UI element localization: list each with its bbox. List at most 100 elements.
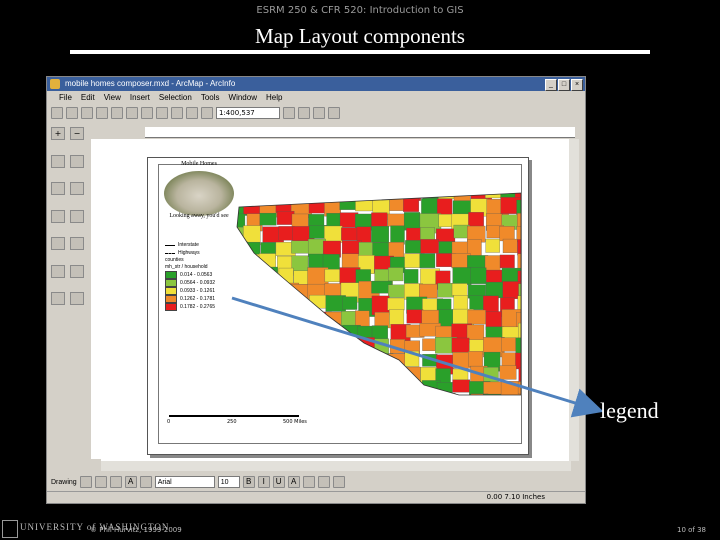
menu-tools[interactable]: Tools <box>201 92 220 104</box>
map-legend[interactable]: Interstate Highways counties mh_str / ho… <box>165 241 231 311</box>
font-color-icon[interactable]: A <box>287 476 300 488</box>
menu-selection[interactable]: Selection <box>159 92 192 104</box>
county-polygon <box>438 392 456 395</box>
county-polygon <box>237 353 253 372</box>
county-polygon <box>275 308 291 328</box>
font-size-combo[interactable]: 10 <box>217 476 240 488</box>
status-bar: 0.00 7.10 Inches <box>47 491 585 503</box>
scale-label-250: 250 <box>227 419 237 425</box>
county-polygon <box>501 337 516 352</box>
county-polygon <box>419 283 438 299</box>
close-button[interactable]: × <box>571 79 583 91</box>
county-polygon <box>292 382 311 395</box>
vertical-scrollbar[interactable] <box>569 139 579 461</box>
legend-class: 0.0564 - 0.0932 <box>165 279 231 287</box>
forward-icon[interactable] <box>70 209 84 223</box>
county-polygon <box>261 382 278 395</box>
county-polygon <box>261 339 278 358</box>
underline-icon[interactable]: U <box>272 476 285 488</box>
print-icon[interactable] <box>96 107 108 119</box>
county-polygon <box>339 380 359 395</box>
table-of-contents-icon[interactable] <box>298 107 310 119</box>
legend-class: 0.0933 - 0.1261 <box>165 287 231 295</box>
county-polygon <box>483 295 499 313</box>
county-polygon <box>325 339 347 358</box>
menu-edit[interactable]: Edit <box>81 92 95 104</box>
fill-color-icon[interactable] <box>302 476 315 488</box>
county-polygon <box>259 212 277 226</box>
window-titlebar[interactable]: mobile homes composer.mxd - ArcMap - Arc… <box>47 77 585 91</box>
menu-insert[interactable]: Insert <box>130 92 150 104</box>
legend-class-label: 0.1782 - 0.2765 <box>180 303 216 310</box>
county-polygon <box>277 394 298 395</box>
new-document-icon[interactable] <box>51 107 63 119</box>
rotate-icon[interactable] <box>94 476 107 488</box>
county-polygon <box>342 296 358 310</box>
full-extent-icon[interactable] <box>70 182 84 196</box>
editor-toolbar-icon[interactable] <box>283 107 295 119</box>
county-polygon <box>244 366 266 387</box>
menu-window[interactable]: Window <box>229 92 257 104</box>
bold-icon[interactable]: B <box>242 476 255 488</box>
fixed-zoom-in-icon[interactable] <box>51 154 65 168</box>
legend-class-label: 0.0564 - 0.0932 <box>180 279 216 286</box>
select-pointer-icon[interactable] <box>79 476 92 488</box>
open-folder-icon[interactable] <box>66 107 78 119</box>
legend-heading: counties <box>165 257 184 263</box>
layout-canvas[interactable]: Mobile Homes Looking away, you'd see Int… <box>101 139 571 461</box>
county-polygon <box>499 365 517 380</box>
redo-icon[interactable] <box>186 107 198 119</box>
cut-icon[interactable] <box>111 107 123 119</box>
zoom-in-icon[interactable]: + <box>51 127 65 140</box>
select-elements-icon[interactable] <box>51 237 65 251</box>
county-polygon <box>275 296 295 314</box>
hyperlink-icon[interactable] <box>51 292 65 306</box>
measure-icon[interactable] <box>70 264 84 278</box>
county-polygon <box>339 339 356 353</box>
line-color-icon[interactable] <box>317 476 330 488</box>
maximize-button[interactable]: □ <box>558 79 570 91</box>
county-polygon <box>276 367 292 383</box>
italic-icon[interactable]: I <box>257 476 270 488</box>
layout-zoom-icon[interactable] <box>70 292 84 306</box>
menu-help[interactable]: Help <box>266 92 282 104</box>
county-polygon <box>278 351 294 371</box>
legend-item-interstate: Interstate <box>165 241 231 249</box>
pan-icon[interactable] <box>51 182 65 196</box>
county-polygon <box>374 338 389 358</box>
rectangle-icon[interactable] <box>109 476 122 488</box>
font-name-combo[interactable]: Arial <box>154 476 215 488</box>
help-icon[interactable] <box>328 107 340 119</box>
delete-icon[interactable] <box>156 107 168 119</box>
menu-view[interactable]: View <box>104 92 121 104</box>
county-polygon <box>374 395 395 407</box>
paste-icon[interactable] <box>141 107 153 119</box>
undo-icon[interactable] <box>171 107 183 119</box>
county-polygon <box>323 379 342 394</box>
scale-bar[interactable]: 0 250 500 Miles <box>167 411 307 429</box>
zoom-out-icon[interactable]: − <box>70 127 84 140</box>
county-polygon <box>387 394 409 395</box>
edit-vertices-icon[interactable] <box>139 476 152 488</box>
minimize-button[interactable]: _ <box>545 79 557 91</box>
add-data-icon[interactable] <box>201 107 213 119</box>
county-polygon <box>276 210 295 225</box>
copy-icon[interactable] <box>126 107 138 119</box>
marker-color-icon[interactable] <box>332 476 345 488</box>
arctoolbox-icon[interactable] <box>313 107 325 119</box>
view-tabs[interactable] <box>91 461 101 471</box>
text-icon[interactable]: A <box>124 476 137 488</box>
map-scale-combo[interactable]: 1:400,537 <box>216 107 280 119</box>
horizontal-scrollbar[interactable] <box>101 461 571 471</box>
map-frame[interactable]: Mobile Homes Looking away, you'd see Int… <box>158 161 522 444</box>
county-polygon <box>517 381 521 395</box>
save-icon[interactable] <box>81 107 93 119</box>
drawing-menu[interactable]: Drawing <box>51 479 77 486</box>
county-polygon <box>340 366 359 380</box>
find-icon[interactable] <box>51 264 65 278</box>
fixed-zoom-out-icon[interactable] <box>70 154 84 168</box>
identify-icon[interactable] <box>70 237 84 251</box>
scale-line <box>169 415 299 417</box>
back-icon[interactable] <box>51 209 65 223</box>
menu-file[interactable]: File <box>59 92 72 104</box>
